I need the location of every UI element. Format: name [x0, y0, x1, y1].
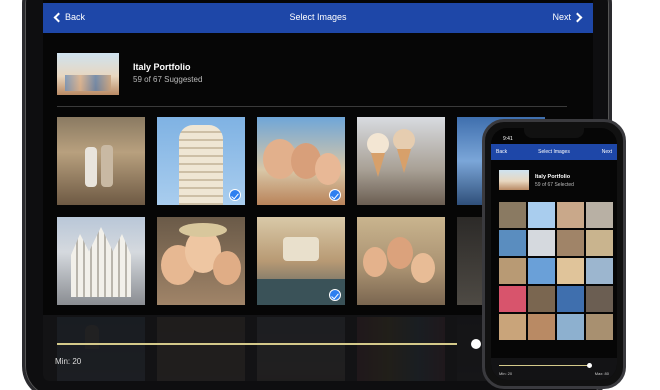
photo-tile[interactable]	[499, 286, 526, 312]
photo-tile[interactable]	[528, 230, 555, 256]
phone-nav-bar: Back Select Images Next	[491, 144, 617, 160]
nav-title: Select Images	[289, 12, 347, 22]
chevron-right-icon	[572, 12, 583, 22]
selected-check-icon	[329, 189, 341, 201]
photo-tile[interactable]	[528, 286, 555, 312]
photo-tile[interactable]	[586, 230, 613, 256]
photo-tile[interactable]	[557, 258, 584, 284]
phone-device: 9:41 Back Select Images Next Italy Portf…	[482, 119, 626, 389]
portfolio-name: Italy Portfolio	[133, 62, 191, 72]
phone-slider-max-label: Max: 80	[594, 371, 609, 376]
photo-tile[interactable]	[586, 314, 613, 340]
selected-check-icon	[329, 289, 341, 301]
photo-tile[interactable]	[257, 117, 345, 205]
photo-tile[interactable]	[157, 217, 245, 305]
portfolio-thumbnail	[57, 53, 119, 95]
photo-tile[interactable]	[357, 217, 445, 305]
phone-portfolio-name: Italy Portfolio	[535, 174, 571, 180]
tablet-nav-bar: Back Select Images Next	[43, 3, 593, 33]
photo-tile[interactable]	[586, 286, 613, 312]
photo-tile[interactable]	[499, 202, 526, 228]
phone-slider-bar: Min: 20 Max: 80	[491, 358, 617, 380]
photo-tile[interactable]	[586, 258, 613, 284]
phone-next-button[interactable]: Next	[602, 149, 612, 155]
phone-nav-title: Select Images	[538, 149, 570, 155]
photo-tile[interactable]	[528, 314, 555, 340]
phone-slider-thumb[interactable]	[587, 363, 592, 368]
phone-notch	[524, 128, 584, 138]
header-divider	[57, 106, 567, 107]
photo-tile[interactable]	[528, 258, 555, 284]
phone-screen: 9:41 Back Select Images Next Italy Portf…	[491, 128, 617, 380]
slider-thumb[interactable]	[471, 339, 481, 349]
phone-portfolio-subtitle: 59 of 67 Selected	[535, 182, 574, 188]
photo-tile[interactable]	[499, 314, 526, 340]
photo-tile[interactable]	[257, 217, 345, 305]
next-label: Next	[552, 12, 571, 22]
slider-min-label: Min: 20	[55, 357, 82, 366]
photo-tile[interactable]	[57, 217, 145, 305]
next-button[interactable]: Next	[552, 12, 583, 22]
phone-portfolio-thumbnail	[499, 170, 529, 190]
photo-tile[interactable]	[557, 314, 584, 340]
photo-tile[interactable]	[557, 286, 584, 312]
selected-check-icon	[229, 189, 241, 201]
slider-track[interactable]	[57, 343, 457, 345]
phone-portfolio-header: Italy Portfolio 59 of 67 Selected	[499, 170, 609, 192]
photo-tile[interactable]	[557, 230, 584, 256]
portfolio-header: Italy Portfolio 59 of 67 Suggested	[57, 53, 577, 95]
photo-tile[interactable]	[499, 230, 526, 256]
portfolio-subtitle: 59 of 67 Suggested	[133, 75, 203, 84]
photo-tile[interactable]	[586, 202, 613, 228]
photo-tile[interactable]	[357, 117, 445, 205]
photo-tile[interactable]	[557, 202, 584, 228]
phone-slider-track[interactable]	[499, 365, 589, 366]
photo-tile[interactable]	[499, 258, 526, 284]
phone-slider-min-label: Min: 20	[499, 371, 513, 376]
status-time: 9:41	[503, 136, 513, 142]
phone-image-grid	[499, 202, 613, 356]
photo-tile[interactable]	[157, 117, 245, 205]
photo-tile[interactable]	[57, 117, 145, 205]
photo-tile[interactable]	[528, 202, 555, 228]
